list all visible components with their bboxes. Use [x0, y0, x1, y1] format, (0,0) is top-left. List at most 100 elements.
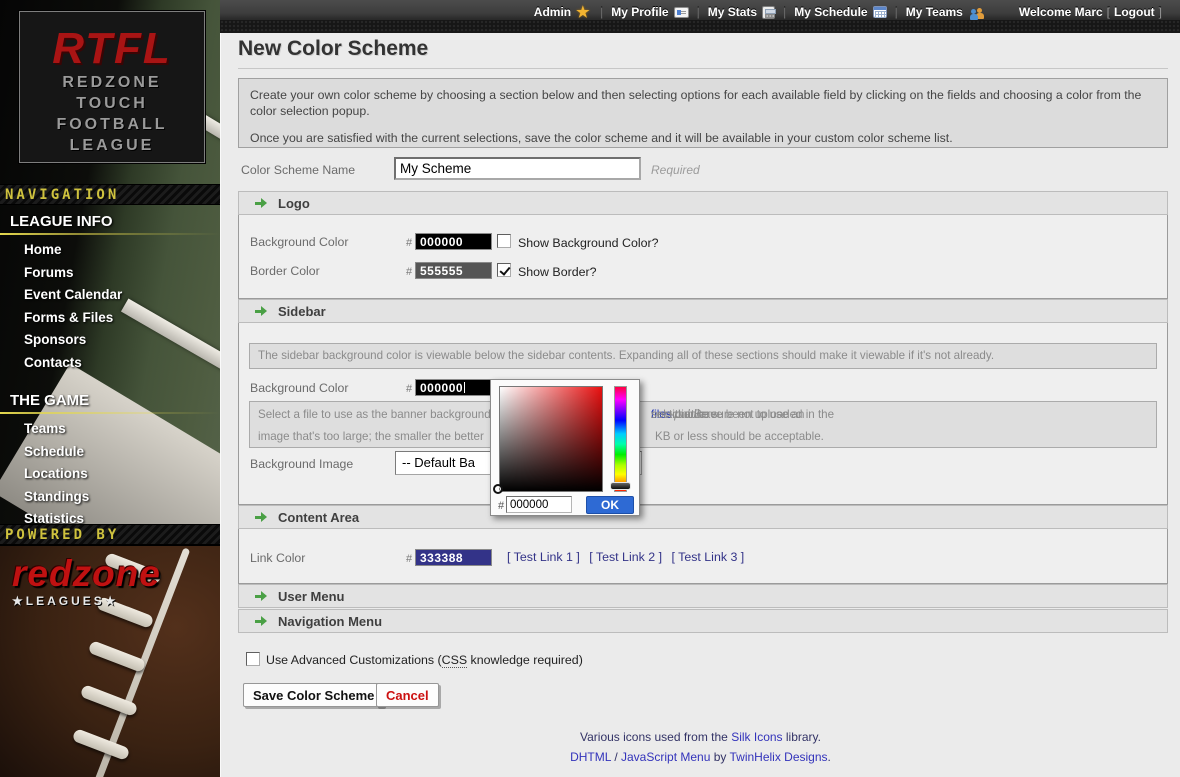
- green-arrow-icon: [255, 306, 267, 316]
- background-image-label: Background Image: [250, 457, 353, 471]
- color-picker-popup: # OK: [490, 379, 640, 516]
- show-bg-color-checkbox[interactable]: [497, 234, 511, 248]
- sidebar-item-forums[interactable]: Forums: [0, 262, 220, 285]
- navigation-band: NAVIGATION: [0, 184, 220, 205]
- hue-slider-bar[interactable]: [614, 386, 627, 492]
- vcard-icon: [674, 7, 689, 18]
- link-color-label: Link Color: [250, 551, 305, 565]
- section-header-navigation-menu[interactable]: Navigation Menu: [238, 609, 1168, 633]
- green-arrow-icon: [255, 616, 267, 626]
- nav-group-league-info: LEAGUE INFO: [0, 207, 220, 233]
- league-logo[interactable]: RTFL REDZONE TOUCH FOOTBALL LEAGUE: [19, 11, 205, 163]
- test-link-1[interactable]: [ Test Link 1 ]: [507, 550, 580, 564]
- football-photo: redzone ★LEAGUES★: [0, 546, 220, 777]
- ok-button[interactable]: OK: [586, 496, 634, 514]
- nav-underline: [0, 412, 220, 414]
- sidebar-item-forms-files[interactable]: Forms & Files: [0, 307, 220, 330]
- sidebar-item-home[interactable]: Home: [0, 239, 220, 262]
- logout-link[interactable]: Logout: [1114, 5, 1155, 19]
- menu-my-stats[interactable]: My Stats: [708, 5, 775, 19]
- test-link-3[interactable]: [ Test Link 3 ]: [671, 550, 744, 564]
- test-link-2[interactable]: [ Test Link 2 ]: [589, 550, 662, 564]
- twinhelix-link[interactable]: TwinHelix Designs: [730, 750, 828, 764]
- section-box-logo: Background Color # 000000 Show Backgroun…: [238, 215, 1168, 299]
- nav-underline: [0, 233, 220, 235]
- title-rule: [238, 68, 1168, 69]
- advanced-customizations-checkbox[interactable]: [246, 652, 260, 666]
- top-menu-bar: Admin ★ | My Profile | My Stats | My Sch…: [220, 0, 1180, 33]
- calendar-icon: [873, 6, 887, 18]
- logo-bg-color-swatch[interactable]: 000000: [415, 233, 492, 250]
- menu-my-schedule[interactable]: My Schedule: [794, 5, 886, 19]
- show-bg-color-label: Show Background Color?: [518, 236, 659, 250]
- person-icon: [970, 14, 978, 20]
- calculator-icon: [762, 6, 775, 19]
- javascript-menu-link[interactable]: JavaScript Menu: [621, 750, 710, 764]
- cancel-button[interactable]: Cancel: [376, 683, 439, 707]
- advanced-customizations-label: Use Advanced Customizations (CSS knowled…: [266, 653, 583, 667]
- sidebar-nav: LEAGUE INFO Home Forums Event Calendar F…: [0, 207, 220, 531]
- welcome-text: Welcome Marc: [1019, 5, 1103, 19]
- league-logo-abbr: RTFL: [20, 26, 204, 72]
- silk-icons-link[interactable]: Silk Icons: [731, 730, 782, 744]
- menu-my-teams-label: My Teams: [906, 5, 963, 19]
- sidebar-item-teams[interactable]: Teams: [0, 418, 220, 441]
- sidebar-item-standings[interactable]: Standings: [0, 486, 220, 509]
- green-arrow-icon: [255, 591, 267, 601]
- saturation-value-square[interactable]: [499, 386, 603, 492]
- hash-prefix: #: [498, 500, 504, 512]
- menu-my-teams[interactable]: My Teams: [906, 5, 985, 19]
- sidebar-bg-color-label: Background Color: [250, 381, 348, 395]
- sidebar-bg-color-swatch[interactable]: 000000: [415, 379, 492, 396]
- required-hint: Required: [651, 163, 700, 177]
- swatch-value: 000000: [420, 381, 463, 395]
- league-logo-line: LEAGUE: [20, 135, 204, 156]
- hash-prefix: #: [406, 383, 412, 395]
- section-header-user-menu[interactable]: User Menu: [238, 584, 1168, 608]
- color-scheme-name-label: Color Scheme Name: [241, 163, 355, 177]
- sidebar-item-event-calendar[interactable]: Event Calendar: [0, 284, 220, 307]
- league-logo-line: TOUCH: [20, 93, 204, 114]
- sidebar-item-locations[interactable]: Locations: [0, 463, 220, 486]
- test-links: [ Test Link 1 ] [ Test Link 2 ] [ Test L…: [507, 550, 750, 564]
- intro-paragraph: Create your own color scheme by choosing…: [250, 87, 1156, 119]
- footer-credits-icons: Various icons used from the Silk Icons l…: [221, 730, 1180, 744]
- sidebar-item-sponsors[interactable]: Sponsors: [0, 329, 220, 352]
- menu-my-profile[interactable]: My Profile: [611, 5, 688, 19]
- section-box-content-area: Link Color # 333388 [ Test Link 1 ] [ Te…: [238, 529, 1168, 584]
- page-title: New Color Scheme: [238, 37, 428, 61]
- css-abbr: CSS: [442, 653, 467, 668]
- section-title: Logo: [278, 196, 310, 211]
- powered-by-band: POWERED BY: [0, 524, 220, 545]
- menu-my-profile-label: My Profile: [611, 5, 668, 19]
- redzone-leagues-logo[interactable]: redzone ★LEAGUES★: [12, 554, 161, 608]
- league-logo-line: REDZONE: [20, 72, 204, 93]
- sidebar-item-contacts[interactable]: Contacts: [0, 352, 220, 375]
- hash-prefix: #: [406, 266, 412, 278]
- banner-note: Select a file to use as the banner backg…: [249, 401, 1157, 448]
- sidebar-item-schedule[interactable]: Schedule: [0, 441, 220, 464]
- menu-my-stats-label: My Stats: [708, 5, 757, 19]
- green-arrow-icon: [255, 198, 267, 208]
- show-border-checkbox[interactable]: [497, 263, 511, 277]
- sidebar: RTFL REDZONE TOUCH FOOTBALL LEAGUE NAVIG…: [0, 0, 220, 777]
- banner-note-fragment: Select a file to use as the banner backg…: [258, 408, 491, 421]
- dhtml-link[interactable]: DHTML: [570, 750, 611, 764]
- hex-input[interactable]: [506, 496, 572, 513]
- section-header-content-area[interactable]: Content Area: [238, 505, 1168, 529]
- text-caret: [464, 382, 465, 393]
- section-header-logo[interactable]: Logo: [238, 191, 1168, 215]
- section-header-sidebar[interactable]: Sidebar: [238, 299, 1168, 323]
- save-button[interactable]: Save Color Scheme: [243, 683, 384, 707]
- link-color-swatch[interactable]: 333388: [415, 549, 492, 566]
- hue-slider-handle[interactable]: [611, 483, 630, 489]
- sidebar-note: The sidebar background color is viewable…: [249, 343, 1157, 369]
- color-marker[interactable]: [493, 484, 503, 494]
- bracket: ]: [1159, 5, 1162, 19]
- color-scheme-name-input[interactable]: [394, 157, 641, 180]
- section-title: Content Area: [278, 510, 359, 525]
- menu-admin[interactable]: Admin ★: [534, 5, 592, 20]
- logo-border-color-swatch[interactable]: 555555: [415, 262, 492, 279]
- footer-credits-menu: DHTML / JavaScript Menu by TwinHelix Des…: [221, 750, 1180, 764]
- menu-separator: |: [783, 5, 786, 19]
